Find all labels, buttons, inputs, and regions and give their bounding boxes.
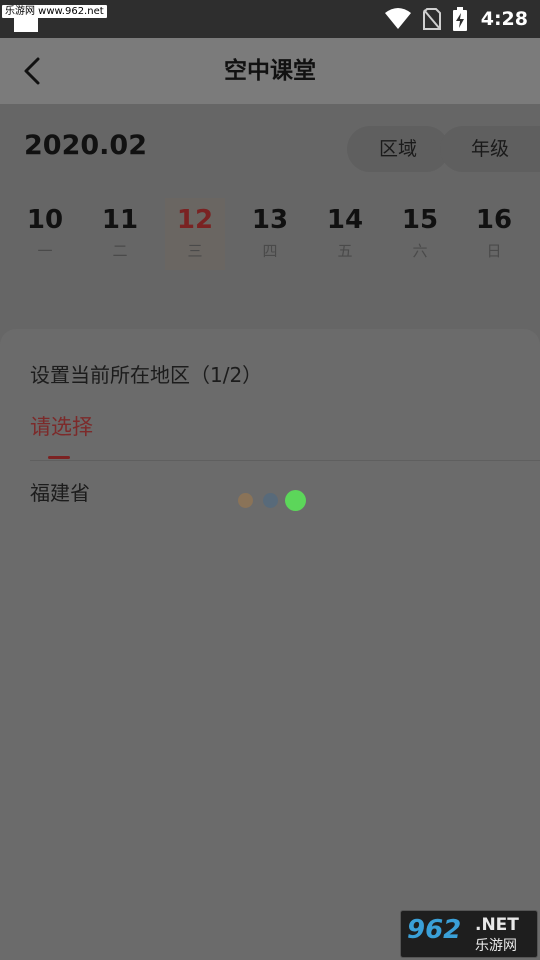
loading-dot [238, 493, 253, 508]
sheet-title: 设置当前所在地区（1/2） [30, 363, 263, 387]
day-number: 13 [251, 205, 289, 235]
day-item[interactable]: 10 一 [15, 198, 75, 270]
day-item[interactable]: 13 四 [240, 198, 300, 270]
region-filter-button[interactable]: 区域 [347, 126, 449, 172]
day-item[interactable]: 14 五 [315, 198, 375, 270]
watermark-block [14, 18, 38, 32]
watermark-logo-number: 962 [407, 915, 462, 945]
loading-dot [263, 493, 278, 508]
day-weekday: 五 [337, 242, 353, 260]
day-number: 16 [475, 205, 513, 235]
region-option[interactable]: 福建省 [30, 477, 90, 506]
day-number: 10 [26, 205, 64, 235]
clock: 4:28 [480, 8, 528, 30]
day-number: 12 [176, 205, 214, 235]
watermark-logo-net: .NET [475, 915, 519, 935]
day-item[interactable]: 16 日 [464, 198, 524, 270]
day-weekday: 四 [262, 242, 278, 260]
day-weekday: 一 [37, 242, 53, 260]
tab-indicator [48, 456, 70, 459]
calendar-strip: 2020.02 区域 年级 10 一 11 二 12 三 13 四 14 五 1… [0, 104, 540, 344]
watermark-logo: 962 .NET 乐游网 [400, 910, 538, 958]
battery-charging-icon [452, 7, 467, 31]
loading-dot [285, 490, 306, 511]
day-number: 11 [101, 205, 139, 235]
no-sim-icon [422, 8, 441, 30]
loading-spinner [236, 489, 316, 511]
day-weekday: 日 [486, 242, 502, 260]
region-picker-sheet: 设置当前所在地区（1/2） 请选择 福建省 [0, 329, 540, 960]
tab-please-select[interactable]: 请选择 [30, 411, 93, 441]
divider [30, 460, 540, 461]
day-weekday: 六 [412, 242, 428, 260]
day-weekday: 三 [187, 242, 203, 260]
day-item[interactable]: 11 二 [90, 198, 150, 270]
status-bar: 乐游网 www.962.net 4:28 [0, 0, 540, 38]
back-button[interactable] [14, 53, 50, 89]
day-item-selected[interactable]: 12 三 [165, 198, 225, 270]
day-weekday: 二 [112, 242, 128, 260]
wifi-icon [384, 8, 411, 29]
app-header: 空中课堂 [0, 38, 540, 104]
day-number: 14 [326, 205, 364, 235]
month-label: 2020.02 [24, 130, 147, 161]
status-icons: 4:28 [384, 0, 528, 38]
watermark-logo-cn: 乐游网 [475, 938, 517, 954]
watermark-label: 乐游网 www.962.net [2, 5, 107, 18]
day-number: 15 [401, 205, 439, 235]
page-title: 空中课堂 [224, 58, 316, 84]
chevron-left-icon [24, 57, 40, 85]
day-item[interactable]: 15 六 [390, 198, 450, 270]
grade-filter-button[interactable]: 年级 [440, 126, 540, 172]
